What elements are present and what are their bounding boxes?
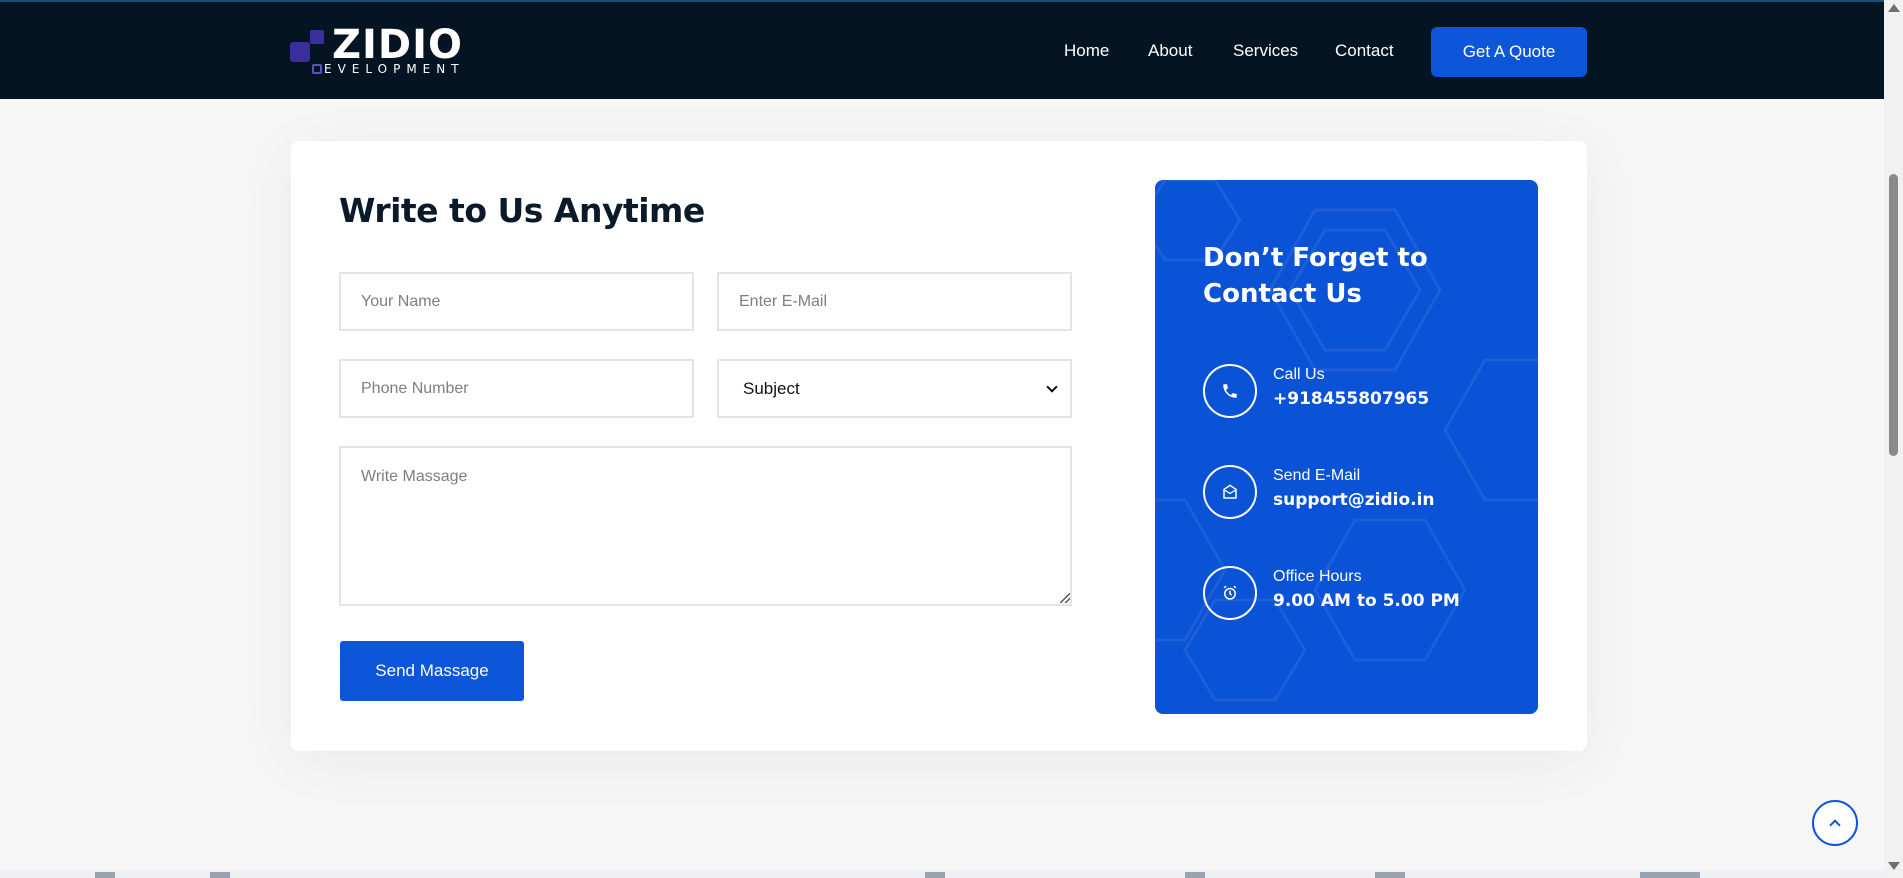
scroll-up-arrow-icon[interactable]	[1888, 4, 1900, 12]
nav-about[interactable]: About	[1148, 41, 1192, 61]
phone-icon	[1203, 364, 1257, 418]
logo[interactable]: ZIDIO EVELOPMENT	[290, 22, 496, 78]
next-section-edge	[0, 870, 1884, 878]
form-title: Write to Us Anytime	[339, 191, 705, 230]
send-email-label: Send E-Mail	[1273, 467, 1361, 484]
call-us-item[interactable]: Call Us +918455807965	[1203, 364, 1523, 418]
mail-open-icon	[1203, 465, 1257, 519]
back-to-top-button[interactable]	[1812, 800, 1858, 846]
scrollbar-thumb[interactable]	[1889, 174, 1898, 456]
chevron-down-icon	[1046, 380, 1058, 393]
chevron-up-icon	[1829, 819, 1841, 831]
office-hours-label: Office Hours	[1273, 568, 1362, 585]
name-input[interactable]	[339, 272, 694, 331]
resize-handle-icon[interactable]	[1060, 593, 1070, 603]
send-email-item[interactable]: Send E-Mail support@zidio.in	[1203, 465, 1523, 519]
send-email-value[interactable]: support@zidio.in	[1273, 490, 1435, 510]
logo-mark-icon	[290, 30, 328, 62]
message-textarea[interactable]	[339, 446, 1072, 606]
nav-services[interactable]: Services	[1233, 41, 1298, 61]
office-hours-value: 9.00 AM to 5.00 PM	[1273, 591, 1460, 611]
nav-contact[interactable]: Contact	[1335, 41, 1394, 61]
scroll-down-arrow-icon[interactable]	[1888, 862, 1900, 870]
nav-home[interactable]: Home	[1064, 41, 1109, 61]
subject-select-value: Subject	[743, 378, 800, 398]
get-a-quote-button[interactable]: Get A Quote	[1431, 27, 1587, 77]
page-scrollbar[interactable]	[1884, 0, 1903, 878]
logo-subtitle: EVELOPMENT	[312, 62, 465, 76]
subject-select[interactable]: Subject	[717, 359, 1072, 418]
contact-info-panel: Don’t Forget to Contact Us Call Us +9184…	[1155, 180, 1538, 714]
contact-form-card: Write to Us Anytime Subject Send Massage…	[291, 141, 1587, 751]
office-hours-item: Office Hours 9.00 AM to 5.00 PM	[1203, 566, 1523, 620]
call-us-value[interactable]: +918455807965	[1273, 389, 1429, 409]
send-message-button[interactable]: Send Massage	[340, 641, 524, 701]
panel-title: Don’t Forget to Contact Us	[1203, 243, 1428, 309]
site-header: ZIDIO EVELOPMENT Home About Services Con…	[0, 0, 1884, 99]
call-us-label: Call Us	[1273, 366, 1325, 383]
phone-input[interactable]	[339, 359, 694, 418]
alarm-clock-icon	[1203, 566, 1257, 620]
email-input[interactable]	[717, 272, 1072, 331]
